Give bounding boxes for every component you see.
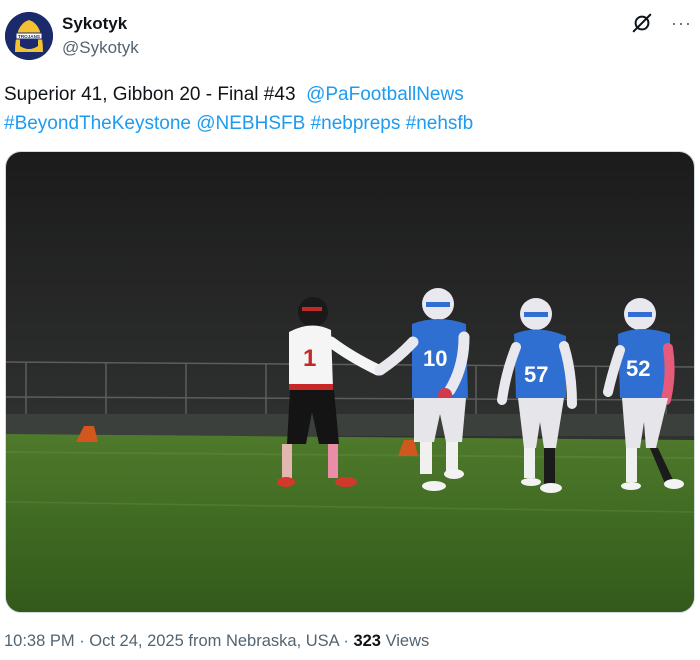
tweet-photo[interactable]: 1 10 57 52: [5, 151, 695, 613]
hashtag-nehsfb[interactable]: #nehsfb: [406, 113, 474, 134]
jersey-number: 52: [626, 356, 650, 381]
mention-pafootballnews[interactable]: @PaFootballNews: [306, 84, 464, 105]
author-handle[interactable]: @Sykotyk: [62, 38, 139, 58]
mention-nebhsfb[interactable]: @NEBHSFB: [196, 113, 305, 134]
grok-icon[interactable]: [631, 12, 653, 34]
tweet-location: from Nebraska, USA: [188, 632, 339, 650]
tweet-text-body: Superior 41, Gibbon 20 - Final #43: [4, 84, 296, 105]
avatar-logo-text: TROJANS: [18, 34, 40, 39]
tweet-time[interactable]: 10:38 PM: [4, 632, 75, 650]
tweet-actions-top: ···: [631, 12, 692, 34]
hashtag-nebpreps[interactable]: #nebpreps: [311, 113, 401, 134]
author-name[interactable]: Sykotyk: [62, 14, 127, 34]
jersey-number: 1: [303, 345, 316, 372]
jersey-number: 10: [423, 346, 447, 371]
tweet-text: Superior 41, Gibbon 20 - Final #43 @PaFo…: [4, 80, 684, 138]
tweet-date[interactable]: Oct 24, 2025: [89, 632, 183, 650]
avatar[interactable]: TROJANS: [5, 12, 53, 60]
hashtag-beyondthekeystone[interactable]: #BeyondTheKeystone: [4, 113, 191, 134]
views-count: 323: [353, 632, 381, 650]
tweet-meta: 10:38 PM · Oct 24, 2025 from Nebraska, U…: [4, 632, 430, 650]
views-label: Views: [385, 632, 430, 650]
more-options-icon[interactable]: ···: [671, 12, 692, 34]
jersey-number: 57: [524, 362, 548, 387]
